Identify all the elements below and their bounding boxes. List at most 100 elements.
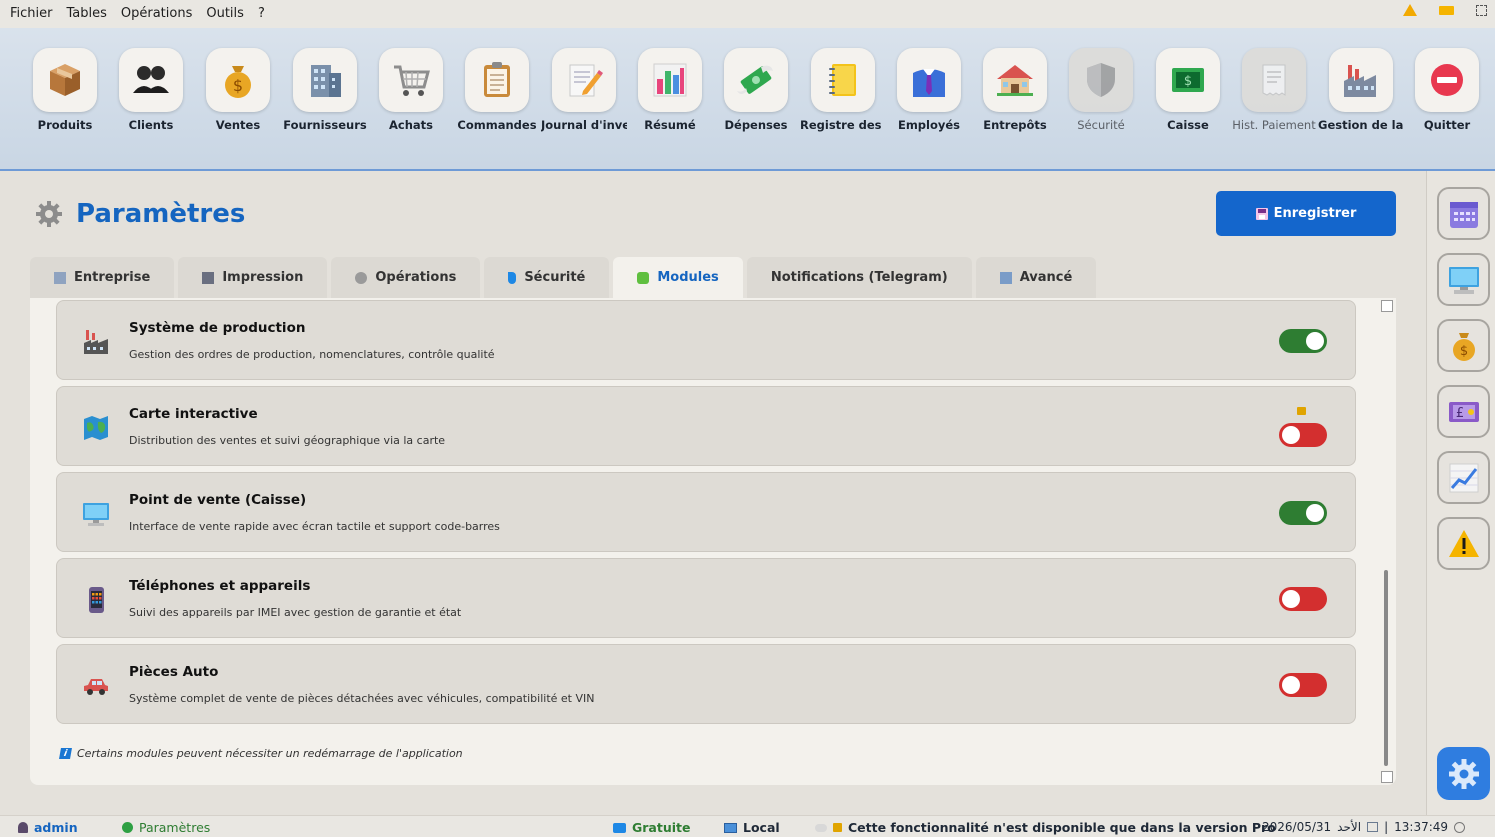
quick-pos-button[interactable]	[1437, 253, 1490, 306]
modules-list: Système de production Gestion des ordres…	[30, 298, 1396, 785]
module-title: Carte interactive	[129, 406, 258, 422]
scroll-thumb[interactable]	[1384, 570, 1388, 766]
toolbar-gestion-production[interactable]: Gestion de la produ	[1318, 48, 1404, 132]
gear-icon	[355, 271, 368, 284]
module-toggle-telephones[interactable]	[1279, 587, 1327, 611]
module-card-carte-interactive: Carte interactive Distribution des vente…	[56, 386, 1356, 466]
lock-icon	[833, 823, 842, 832]
calendar-icon	[1367, 822, 1379, 832]
module-description: Gestion des ordres de production, nomenc…	[129, 348, 495, 361]
module-description: Suivi des appareils par IMEI avec gestio…	[129, 606, 462, 619]
quick-stats-button[interactable]	[1437, 451, 1490, 504]
tab-impression[interactable]: Impression	[178, 257, 328, 298]
user-icon	[18, 822, 28, 833]
svg-text:$: $	[1184, 74, 1192, 89]
tab-operations[interactable]: Opérations	[331, 257, 481, 298]
settings-tabs: Entreprise Impression Opérations Sécurit…	[30, 257, 1097, 298]
module-title: Point de vente (Caisse)	[129, 492, 307, 508]
status-user: admin	[18, 820, 78, 835]
status-bar: admin Paramètres Gratuite Local Cette fo…	[0, 815, 1495, 837]
warning-icon[interactable]	[1403, 4, 1417, 16]
toolbar-resume[interactable]: Résumé	[627, 48, 713, 132]
fullscreen-icon[interactable]	[1476, 4, 1487, 16]
status-mode: Local	[724, 820, 780, 835]
menu-right-icons	[1403, 4, 1487, 16]
right-quick-bar: $ £	[1426, 171, 1495, 815]
module-title: Téléphones et appareils	[129, 578, 311, 594]
save-button[interactable]: Enregistrer	[1216, 191, 1396, 236]
scroll-up-button[interactable]	[1381, 300, 1393, 312]
status-pro-message: Cette fonctionnalité n'est disponible qu…	[815, 820, 1276, 835]
main-toolbar: Produits Clients $ Ventes Fournisseurs A…	[0, 28, 1495, 171]
toolbar-produits[interactable]: Produits	[22, 48, 108, 132]
money-wings-icon	[737, 65, 773, 94]
menu-outils[interactable]: Outils	[199, 3, 251, 25]
toggle-knob	[1282, 676, 1300, 694]
module-toggle-production[interactable]	[1279, 329, 1327, 353]
floppy-icon	[1255, 207, 1268, 220]
module-toggle-pieces-auto[interactable]	[1279, 673, 1327, 697]
toolbar-commandes[interactable]: Commandes	[454, 48, 540, 132]
toolbar-securite[interactable]: Sécurité	[1058, 48, 1144, 132]
employee-icon	[913, 69, 945, 97]
quick-settings-button[interactable]	[1437, 747, 1490, 800]
quick-cash-button[interactable]: £	[1437, 385, 1490, 438]
quick-calendar-button[interactable]	[1437, 187, 1490, 240]
module-toggle-carte-interactive[interactable]	[1279, 423, 1327, 447]
box-icon	[50, 64, 80, 96]
monitor-icon	[1448, 266, 1479, 294]
menu-operations[interactable]: Opérations	[114, 3, 199, 25]
toolbar-ventes[interactable]: $ Ventes	[195, 48, 281, 132]
license-card-icon	[613, 822, 626, 833]
clock-icon	[1454, 821, 1466, 833]
notepad-icon	[569, 64, 603, 97]
module-title: Système de production	[129, 320, 306, 336]
menu-help[interactable]: ?	[251, 3, 272, 25]
quick-alerts-button[interactable]	[1437, 517, 1490, 570]
quick-sales-button[interactable]: $	[1437, 319, 1490, 372]
module-title: Pièces Auto	[129, 664, 219, 680]
toolbar-employes[interactable]: Employés	[886, 48, 972, 132]
toolbar-registre[interactable]: Registre des Dette	[800, 48, 886, 132]
tab-avance[interactable]: Avancé	[975, 257, 1097, 298]
status-section: Paramètres	[122, 820, 210, 835]
factory-icon	[1344, 65, 1376, 97]
status-license: Gratuite	[613, 820, 690, 835]
toolbar-achats[interactable]: Achats	[368, 48, 454, 132]
restart-note-text: Certains modules peuvent nécessiter un r…	[77, 747, 463, 760]
puzzle-icon	[637, 271, 650, 284]
quit-icon	[1431, 64, 1463, 96]
tab-securite[interactable]: Sécurité	[484, 257, 610, 298]
toolbar-depenses[interactable]: Dépenses	[713, 48, 799, 132]
toolbar-clients[interactable]: Clients	[108, 48, 194, 132]
tab-modules[interactable]: Modules	[613, 257, 743, 298]
menu-tables[interactable]: Tables	[60, 3, 114, 25]
toolbar-caisse[interactable]: $ Caisse	[1145, 48, 1231, 132]
module-card-point-de-vente: Point de vente (Caisse) Interface de ven…	[56, 472, 1356, 552]
printer-icon	[202, 271, 215, 284]
toolbar-quitter[interactable]: Quitter	[1404, 48, 1490, 132]
monitor-icon	[83, 503, 109, 526]
clipboard-icon	[484, 62, 510, 97]
toolbar-journal[interactable]: Journal d'inventa	[541, 48, 627, 132]
shield-icon	[508, 271, 517, 284]
money-bag-icon: $	[1452, 332, 1475, 361]
toolbar-hist-paiement[interactable]: Hist. Paiement	[1231, 48, 1317, 132]
settings-panel: Paramètres Enregistrer Entreprise Impres…	[0, 171, 1426, 815]
cloud-icon	[815, 823, 827, 832]
toggle-knob	[1282, 590, 1300, 608]
scroll-down-button[interactable]	[1381, 771, 1393, 783]
module-toggle-point-de-vente[interactable]	[1279, 501, 1327, 525]
tab-notifications-telegram[interactable]: Notifications (Telegram)	[746, 257, 972, 298]
info-icon: i	[59, 748, 72, 759]
lock-icon	[1297, 407, 1306, 415]
toolbar-entrepots[interactable]: Entrepôts	[972, 48, 1058, 132]
sliders-icon	[999, 271, 1012, 284]
ticket-icon[interactable]	[1439, 5, 1454, 15]
menu-fichier[interactable]: Fichier	[0, 3, 60, 25]
vertical-scrollbar[interactable]	[1379, 298, 1395, 785]
module-description: Système complet de vente de pièces détac…	[129, 692, 595, 705]
toolbar-fournisseurs[interactable]: Fournisseurs	[282, 48, 368, 132]
ledger-icon	[829, 64, 856, 96]
tab-entreprise[interactable]: Entreprise	[30, 257, 175, 298]
